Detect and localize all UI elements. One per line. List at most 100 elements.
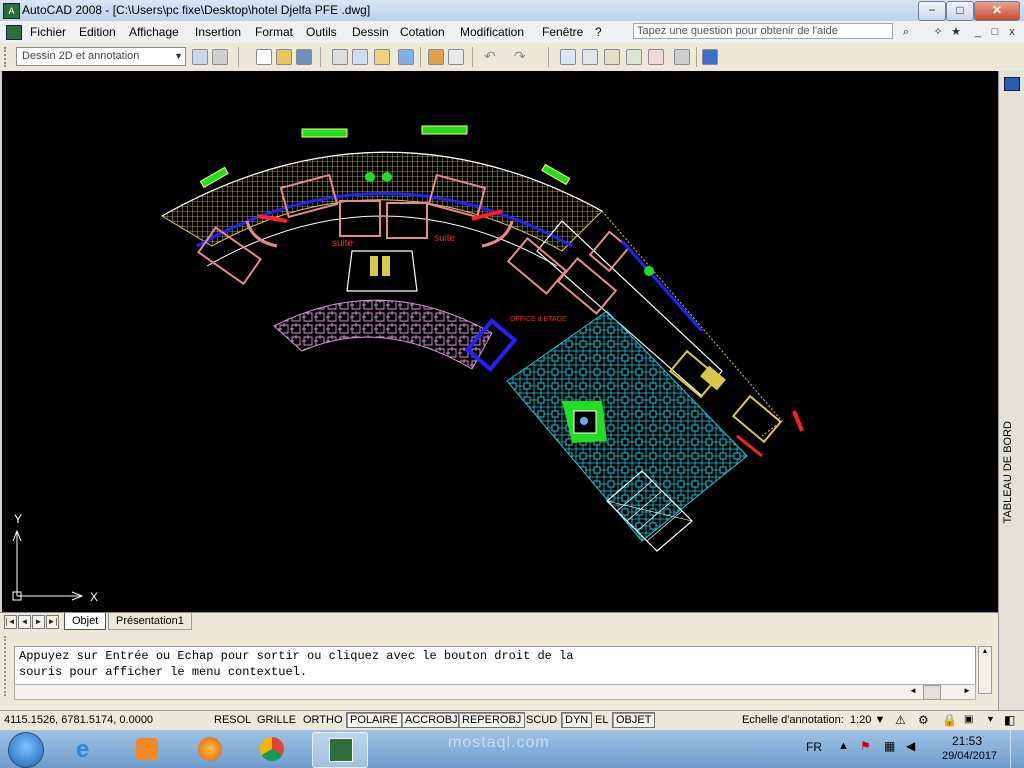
workspace-settings-icon[interactable]: [192, 49, 208, 65]
document-icon[interactable]: [6, 25, 22, 40]
internet-explorer-icon[interactable]: e: [62, 732, 116, 766]
command-vertical-scrollbar[interactable]: ▲: [978, 646, 992, 694]
polar-toggle[interactable]: POLAIRE: [346, 712, 402, 728]
menu-format[interactable]: Format: [255, 25, 293, 39]
title-bar[interactable]: A AutoCAD 2008 - [C:\Users\pc fixe\Deskt…: [0, 0, 1024, 21]
model-toggle[interactable]: OBJET: [612, 712, 656, 728]
menu-fichier[interactable]: Fichier: [30, 25, 66, 39]
statusbar-menu-icon[interactable]: ▼: [986, 714, 995, 724]
3d-dwf-icon[interactable]: [398, 49, 414, 65]
pan-icon[interactable]: [560, 49, 576, 65]
menu-fenetre[interactable]: Fenêtre: [542, 25, 583, 39]
publish-icon[interactable]: [374, 49, 390, 65]
toolbar-separator: [238, 47, 239, 67]
osnap-toggle[interactable]: ACCROBJ: [401, 712, 462, 728]
language-indicator[interactable]: FR: [806, 740, 822, 754]
properties-icon[interactable]: [582, 49, 598, 65]
redo-icon[interactable]: ↷: [514, 48, 526, 65]
ortho-toggle[interactable]: ORTHO: [299, 712, 347, 728]
design-center-icon[interactable]: [604, 49, 620, 65]
match-properties-icon[interactable]: [428, 49, 444, 65]
drawing-canvas[interactable]: suite suite OFFICE d ETAGE Y X: [2, 71, 998, 612]
maximize-button[interactable]: □: [946, 1, 974, 21]
open-folder-icon[interactable]: [276, 49, 292, 65]
help-search-input[interactable]: Tapez une question pour obtenir de l'aid…: [633, 23, 893, 39]
furniture: [386, 202, 428, 239]
doc-restore-button[interactable]: □: [987, 24, 1003, 40]
annotation-scale-dropdown[interactable]: 1:20 ▼: [850, 714, 885, 726]
lineweight-toggle[interactable]: EL: [591, 712, 612, 728]
show-hidden-icons[interactable]: ▲: [838, 740, 849, 752]
action-center-icon[interactable]: ⚑: [860, 739, 871, 753]
bed: [556, 257, 618, 315]
dashboard-panel[interactable]: TABLEAU DE BORD: [998, 71, 1024, 716]
chrome-icon[interactable]: [246, 732, 300, 766]
show-desktop-button[interactable]: [1010, 730, 1024, 768]
annotation-visibility-icon[interactable]: ⚠: [895, 713, 906, 727]
toolbar-grip[interactable]: [4, 47, 10, 67]
clean-screen-icon[interactable]: ◧: [1004, 713, 1015, 727]
save-icon[interactable]: [296, 49, 312, 65]
lock-icon[interactable]: 🔒: [942, 713, 957, 727]
toolbar-separator: [420, 47, 421, 67]
dashboard-icon[interactable]: [1004, 77, 1020, 91]
menu-insertion[interactable]: Insertion: [195, 25, 241, 39]
snap-toggle[interactable]: RESOL: [210, 712, 255, 728]
menu-help[interactable]: ?: [595, 25, 602, 39]
tab-prev-button[interactable]: ◄: [18, 615, 31, 629]
menu-edition[interactable]: Edition: [79, 25, 116, 39]
menu-cotation[interactable]: Cotation: [400, 25, 445, 39]
scroll-up-icon[interactable]: ▲: [979, 647, 991, 657]
otrack-toggle[interactable]: REPEROBJ: [458, 712, 526, 728]
tool-palettes-icon[interactable]: [626, 49, 642, 65]
tab-next-button[interactable]: ►: [32, 615, 45, 629]
autocad-app-icon[interactable]: A: [3, 3, 20, 19]
scroll-thumb[interactable]: [923, 685, 941, 700]
minimize-button[interactable]: −: [918, 1, 946, 21]
menu-outils[interactable]: Outils: [306, 25, 337, 39]
new-file-icon[interactable]: [256, 49, 272, 65]
undo-icon[interactable]: ↶: [484, 48, 496, 65]
command-grip[interactable]: [4, 636, 10, 696]
grid-toggle[interactable]: GRILLE: [253, 712, 300, 728]
search-icon[interactable]: ⌕: [898, 24, 914, 40]
plant: [644, 266, 654, 276]
calculator-icon[interactable]: [674, 49, 690, 65]
menu-dessin[interactable]: Dessin: [352, 25, 389, 39]
media-player-icon[interactable]: [122, 732, 176, 766]
workspace-save-icon[interactable]: [212, 49, 228, 65]
block-editor-icon[interactable]: [448, 49, 464, 65]
clock-time[interactable]: 21:53: [952, 734, 982, 748]
cursor-coordinates[interactable]: 4115.1526, 6781.5174, 0.0000: [4, 714, 153, 726]
ducs-toggle[interactable]: SCUD: [522, 712, 561, 728]
command-horizontal-scrollbar[interactable]: ◄ ►: [14, 684, 976, 700]
volume-icon[interactable]: ◀: [906, 739, 915, 753]
menu-modification[interactable]: Modification: [460, 25, 524, 39]
tab-first-button[interactable]: |◄: [4, 615, 17, 629]
scroll-right-icon[interactable]: ►: [963, 686, 971, 695]
ucs-icon: Y X: [12, 512, 98, 604]
doc-minimize-button[interactable]: _: [970, 24, 986, 40]
autocad-taskbar-button[interactable]: [312, 732, 368, 768]
print-icon[interactable]: [332, 49, 348, 65]
auto-scale-icon[interactable]: ⚙: [918, 713, 929, 727]
close-button[interactable]: ✕: [974, 1, 1020, 21]
workspace-dropdown[interactable]: Dessin 2D et annotation ▼: [16, 47, 186, 66]
tab-last-button[interactable]: ►|: [46, 615, 59, 629]
firefox-icon[interactable]: [184, 732, 238, 766]
communication-center-icon[interactable]: ✧: [930, 24, 946, 40]
tab-objet[interactable]: Objet: [64, 613, 107, 630]
doc-close-button[interactable]: x: [1004, 24, 1020, 40]
tray-settings-icon[interactable]: ▣: [964, 714, 973, 725]
network-icon[interactable]: ▦: [884, 739, 895, 753]
help-icon[interactable]: [702, 49, 718, 65]
sheet-set-icon[interactable]: [648, 49, 664, 65]
scroll-left-icon[interactable]: ◄: [909, 686, 917, 695]
print-preview-icon[interactable]: [352, 49, 368, 65]
dyn-toggle[interactable]: DYN: [561, 712, 593, 728]
clock-date[interactable]: 29/04/2017: [942, 750, 997, 762]
tab-presentation1[interactable]: Présentation1: [108, 613, 192, 630]
start-button[interactable]: [8, 732, 44, 768]
menu-affichage[interactable]: Affichage: [129, 25, 179, 39]
favorites-star-icon[interactable]: ★: [948, 24, 964, 40]
